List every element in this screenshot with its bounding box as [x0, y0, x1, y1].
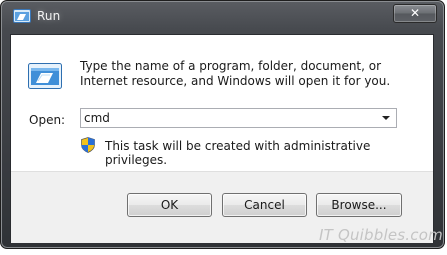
uac-shield-icon [81, 137, 95, 153]
open-input[interactable] [84, 110, 374, 126]
watermark: IT Quibbles.com [319, 226, 443, 244]
cancel-button[interactable]: Cancel [222, 193, 307, 217]
dialog-body: Type the name of a program, folder, docu… [10, 34, 434, 243]
admin-privileges-notice: This task will be created with administr… [105, 139, 371, 167]
run-icon [13, 9, 31, 23]
title-bar[interactable]: Run ✕ [1, 1, 444, 29]
dialog-content: Type the name of a program, folder, docu… [11, 35, 433, 171]
dialog-description: Type the name of a program, folder, docu… [80, 59, 391, 88]
run-dialog-window: Run ✕ Type the name of a program, folder… [0, 0, 445, 249]
close-button[interactable]: ✕ [393, 4, 437, 23]
run-icon [28, 63, 62, 89]
ok-button[interactable]: OK [127, 193, 212, 217]
open-label: Open: [29, 113, 66, 127]
chevron-down-icon[interactable] [380, 113, 392, 123]
close-icon: ✕ [409, 6, 421, 20]
window-title: Run [37, 9, 61, 23]
browse-button[interactable]: Browse... [316, 193, 402, 217]
open-combobox[interactable] [80, 108, 397, 128]
